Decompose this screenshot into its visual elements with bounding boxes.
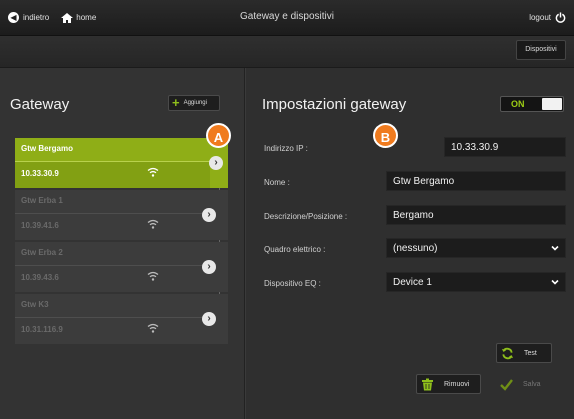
plus-icon: + xyxy=(172,95,180,110)
checkmark-icon xyxy=(500,378,513,391)
item-separator xyxy=(15,213,202,214)
settings-title: Impostazioni gateway xyxy=(262,96,407,113)
gateway-settings-panel: Impostazioni gateway ON Indirizzo IP : 1… xyxy=(246,68,574,419)
chevron-right-icon[interactable]: › xyxy=(209,156,223,170)
test-label: Test xyxy=(524,349,537,357)
gateway-item-erba-2[interactable]: Gtw Erba 2 10.39.43.6 › xyxy=(15,242,228,292)
gateway-name: Gtw Bergamo xyxy=(21,144,74,153)
gateway-item-erba-1[interactable]: Gtw Erba 1 10.39.41.6 › xyxy=(15,190,228,240)
quadro-value: (nessuno) xyxy=(393,243,438,254)
gateway-name: Gtw K3 xyxy=(21,300,49,309)
save-label: Salva xyxy=(523,380,541,388)
gateway-list-panel: Gateway + Aggiungi Gtw Bergamo 10.33.30.… xyxy=(0,68,245,419)
toggle-on-label: ON xyxy=(511,99,525,109)
gateway-list: Gtw Bergamo 10.33.30.9 › Gtw Erba 1 10.3… xyxy=(15,138,228,346)
gateway-enabled-toggle[interactable]: ON xyxy=(500,96,564,112)
remove-button[interactable]: Rimuovi xyxy=(416,374,481,394)
item-separator xyxy=(15,265,202,266)
wifi-icon xyxy=(147,323,159,333)
gateway-ip: 10.31.116.9 xyxy=(21,325,63,334)
callout-badge-b: B xyxy=(373,123,398,148)
chevron-down-icon xyxy=(551,245,559,251)
test-button[interactable]: Test xyxy=(496,343,552,363)
gateway-ip: 10.33.30.9 xyxy=(21,169,59,178)
wifi-icon xyxy=(147,167,159,177)
nome-label: Nome : xyxy=(264,178,290,187)
logout-label: logout xyxy=(529,13,551,22)
chevron-right-icon[interactable]: › xyxy=(202,312,216,326)
power-icon xyxy=(555,12,566,23)
wifi-icon xyxy=(147,219,159,229)
descrizione-field[interactable]: Bergamo xyxy=(386,205,566,225)
top-bar: ◀ indietro home Gateway e dispositivi lo… xyxy=(0,0,574,36)
ip-field[interactable]: 10.33.30.9 xyxy=(444,137,566,157)
trash-icon xyxy=(422,378,433,390)
nome-field[interactable]: Gtw Bergamo xyxy=(386,171,566,191)
add-gateway-button[interactable]: + Aggiungi xyxy=(168,95,220,111)
chevron-right-icon[interactable]: › xyxy=(202,260,216,274)
gateway-ip: 10.39.41.6 xyxy=(21,221,59,230)
dispositivi-button[interactable]: Dispositivi xyxy=(516,40,566,60)
page-title: Gateway e dispositivi xyxy=(240,11,334,22)
logout-button[interactable]: logout xyxy=(529,12,566,23)
gateway-ip: 10.39.43.6 xyxy=(21,273,59,282)
item-separator xyxy=(15,161,210,162)
callout-badge-a: A xyxy=(206,123,231,148)
quadro-select[interactable]: (nessuno) xyxy=(386,238,566,258)
remove-label: Rimuovi xyxy=(444,380,470,388)
dispositivo-label: Dispositivo EQ : xyxy=(264,279,321,288)
item-separator xyxy=(15,317,202,318)
save-button[interactable]: Salva xyxy=(494,374,556,394)
gateway-item-bergamo[interactable]: Gtw Bergamo 10.33.30.9 › xyxy=(15,138,228,188)
gateway-list-title: Gateway xyxy=(10,96,70,113)
refresh-icon xyxy=(501,347,514,359)
descrizione-label: Descrizione/Posizione : xyxy=(264,212,348,221)
dispositivo-select[interactable]: Device 1 xyxy=(386,272,566,292)
wifi-icon xyxy=(147,271,159,281)
chevron-right-icon[interactable]: › xyxy=(202,208,216,222)
sub-toolbar: Dispositivi xyxy=(0,36,574,68)
toggle-knob xyxy=(542,98,562,110)
gateway-name: Gtw Erba 1 xyxy=(21,196,63,205)
ip-label: Indirizzo IP : xyxy=(264,144,308,153)
dispositivo-value: Device 1 xyxy=(393,277,432,288)
gateway-item-k3[interactable]: Gtw K3 10.31.116.9 › xyxy=(15,294,228,344)
quadro-label: Quadro elettrico : xyxy=(264,245,326,254)
add-gateway-label: Aggiungi xyxy=(183,100,207,106)
chevron-down-icon xyxy=(551,279,559,285)
gateway-name: Gtw Erba 2 xyxy=(21,248,63,257)
